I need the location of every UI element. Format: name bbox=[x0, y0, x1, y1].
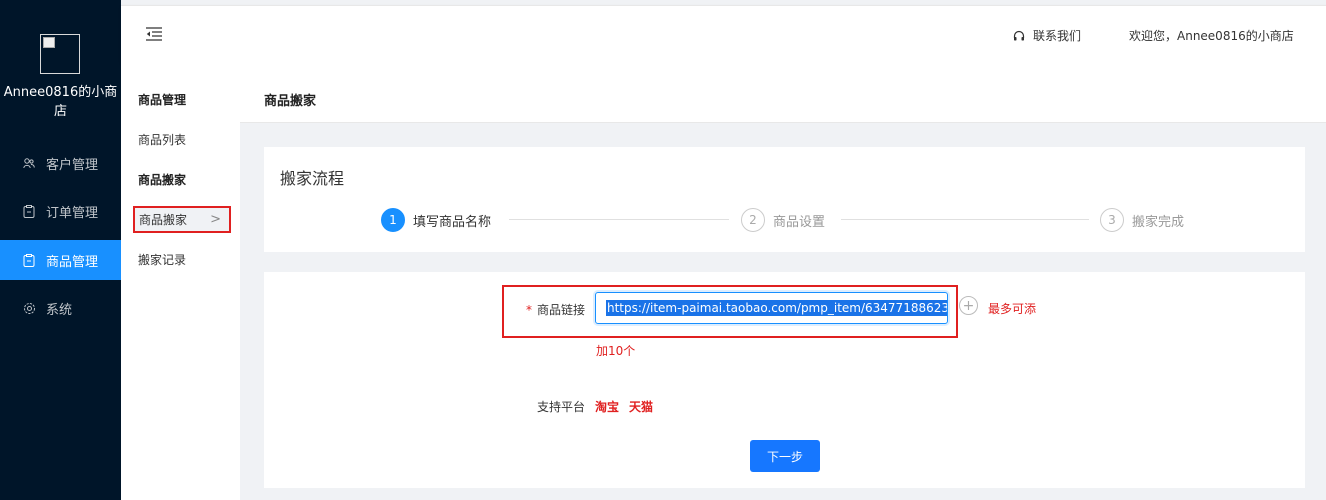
main-sidebar: Annee0816的小商店 客户管理 订单管理 商品管理 系统 bbox=[0, 0, 121, 500]
step-label: 商品设置 bbox=[773, 214, 826, 230]
step-3: 3 搬家完成 bbox=[1100, 208, 1184, 232]
required-mark: * bbox=[526, 303, 532, 317]
users-icon bbox=[22, 156, 36, 170]
subnav-item-move-record[interactable]: 搬家记录 bbox=[138, 251, 186, 268]
menu-fold-icon[interactable] bbox=[145, 26, 163, 42]
flow-title: 搬家流程 bbox=[280, 169, 345, 188]
platform-label: 支持平台 bbox=[537, 400, 586, 414]
sidebar-item-label: 系统 bbox=[46, 302, 73, 318]
step-label: 搬家完成 bbox=[1132, 214, 1185, 230]
goods-icon bbox=[22, 253, 36, 267]
chevron-right-icon: > bbox=[210, 212, 221, 227]
supported-platforms: 淘宝 天猫 bbox=[595, 398, 663, 415]
sidebar-item-goods[interactable]: 商品管理 bbox=[0, 240, 121, 280]
subnav-group-goods: 商品管理 bbox=[138, 93, 187, 107]
step-1: 1 填写商品名称 bbox=[381, 208, 491, 232]
page-title: 商品搬家 bbox=[264, 94, 317, 109]
sidebar-item-customers[interactable]: 客户管理 bbox=[0, 143, 121, 183]
max-add-hint-continued: 加10个 bbox=[596, 344, 636, 358]
step-number: 3 bbox=[1100, 208, 1124, 232]
product-link-input[interactable]: https://item-paimai.taobao.com/pmp_item/… bbox=[595, 292, 948, 324]
step-connector bbox=[509, 219, 729, 220]
next-step-button[interactable]: 下一步 bbox=[750, 440, 820, 472]
gear-icon bbox=[22, 301, 36, 315]
contact-us-label: 联系我们 bbox=[1033, 29, 1082, 43]
add-circle-icon[interactable]: + bbox=[959, 296, 978, 315]
step-label: 填写商品名称 bbox=[413, 214, 492, 230]
platform-taobao: 淘宝 bbox=[595, 400, 620, 414]
page-header: 商品搬家 bbox=[240, 63, 1326, 123]
contact-us-link[interactable]: 联系我们 bbox=[1013, 27, 1081, 44]
platform-tmall: 天猫 bbox=[629, 400, 654, 414]
order-icon bbox=[22, 204, 36, 218]
subnav-item-label: 商品搬家 bbox=[139, 213, 188, 227]
top-header: 联系我们 欢迎您，Annee0816的小商店 bbox=[121, 5, 1326, 63]
sidebar-item-label: 商品管理 bbox=[46, 254, 99, 270]
sidebar-item-label: 客户管理 bbox=[46, 157, 99, 173]
sidebar-item-system[interactable]: 系统 bbox=[0, 288, 121, 328]
sidebar-item-label: 订单管理 bbox=[46, 205, 99, 221]
step-number: 1 bbox=[381, 208, 405, 232]
welcome-text: 欢迎您，Annee0816的小商店 bbox=[1129, 29, 1294, 43]
sidebar-item-orders[interactable]: 订单管理 bbox=[0, 191, 121, 231]
subnav-item-goods-move[interactable]: 商品搬家 > bbox=[133, 206, 231, 233]
step-number: 2 bbox=[741, 208, 765, 232]
step-2: 2 商品设置 bbox=[741, 208, 825, 232]
max-add-hint: 最多可添 bbox=[988, 302, 1037, 316]
product-link-value: https://item-paimai.taobao.com/pmp_item/… bbox=[606, 300, 947, 316]
shop-name: Annee0816的小商店 bbox=[3, 85, 118, 119]
sub-sidebar: 商品管理 商品列表 商品搬家 商品搬家 > 搬家记录 bbox=[121, 63, 240, 500]
headset-icon bbox=[1013, 30, 1025, 42]
shop-logo-image bbox=[40, 34, 80, 74]
link-label-text: 商品链接 bbox=[537, 303, 586, 317]
subnav-group-move: 商品搬家 bbox=[138, 173, 187, 187]
move-form-card: * 商品链接 https://item-paimai.taobao.com/pmp… bbox=[264, 272, 1305, 488]
step-connector bbox=[841, 219, 1089, 220]
subnav-item-goods-list[interactable]: 商品列表 bbox=[138, 131, 186, 148]
link-field-label: * 商品链接 bbox=[526, 301, 585, 318]
flow-steps-card: 搬家流程 1 填写商品名称 2 商品设置 3 搬家完成 bbox=[264, 147, 1305, 252]
